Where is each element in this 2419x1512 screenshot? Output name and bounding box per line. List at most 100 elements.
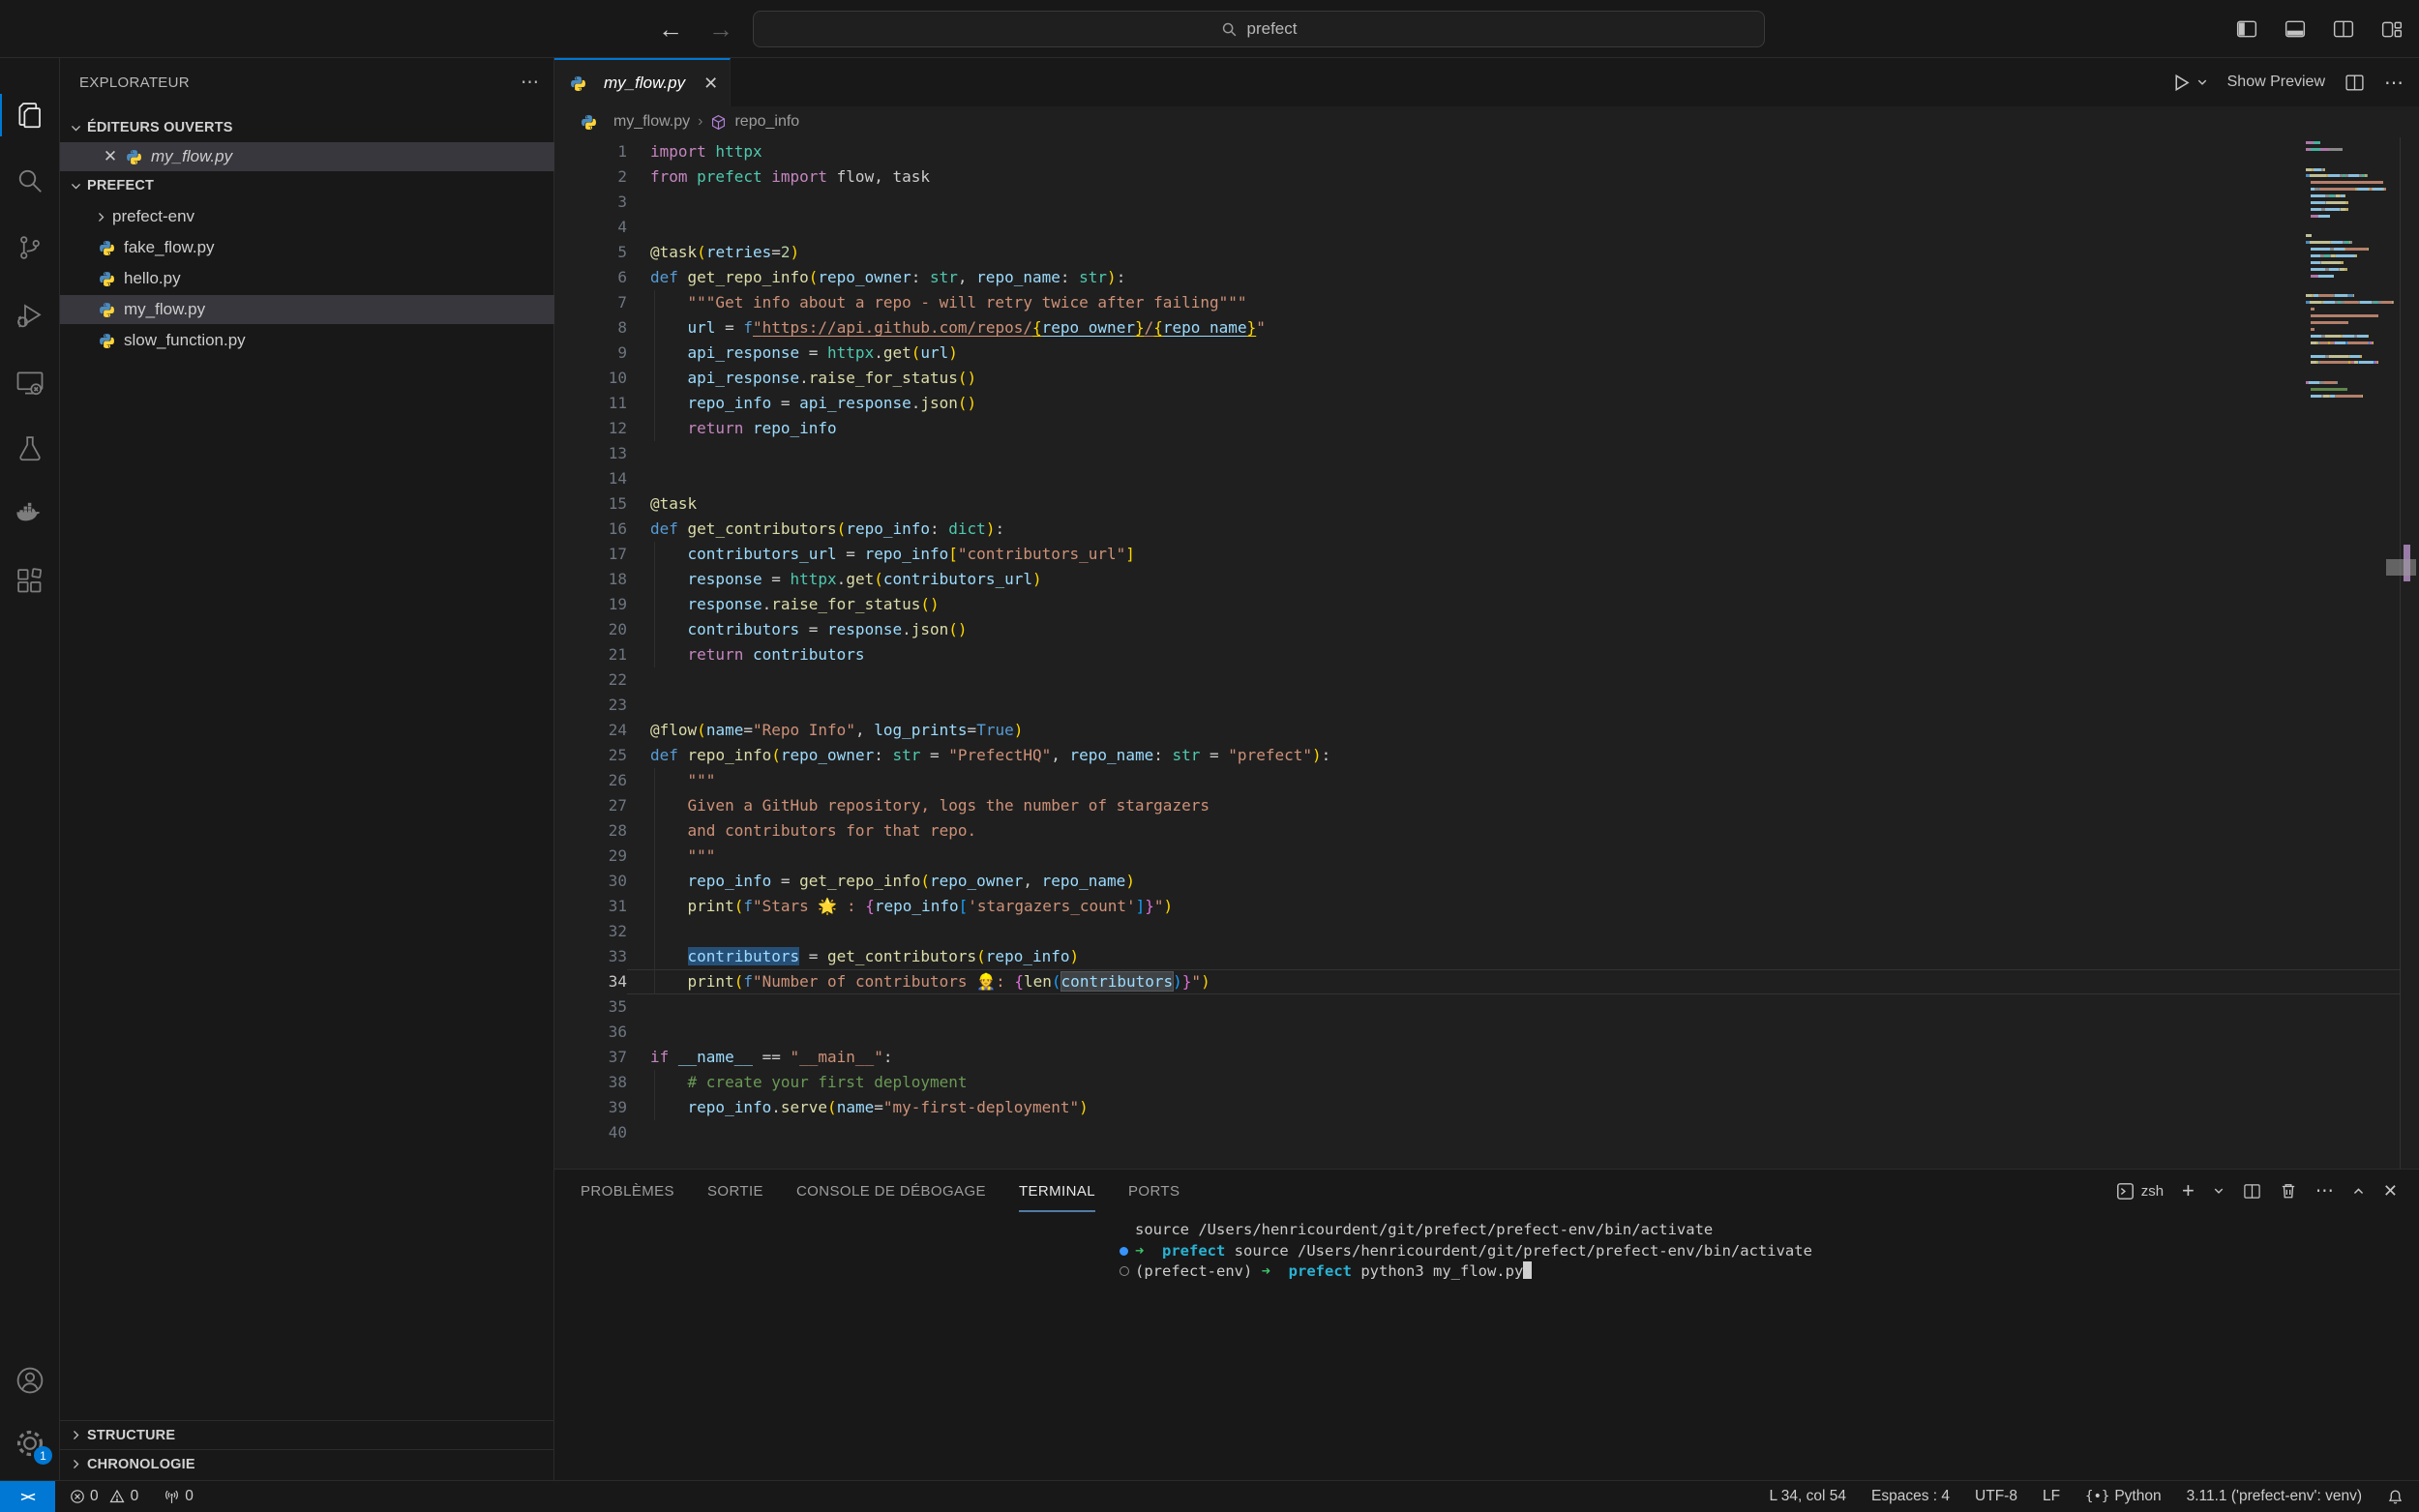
- activity-search-icon[interactable]: [0, 158, 60, 204]
- code-line-30[interactable]: 30 repo_info = get_repo_info(repo_owner,…: [554, 869, 2419, 894]
- terminal-shell-item[interactable]: zsh: [2116, 1182, 2164, 1201]
- code-line-39[interactable]: 39 repo_info.serve(name="my-first-deploy…: [554, 1095, 2419, 1120]
- activity-accounts-icon[interactable]: [0, 1357, 60, 1404]
- nav-back-icon[interactable]: ←: [658, 15, 683, 44]
- run-python-file-icon[interactable]: [2171, 73, 2192, 93]
- activity-run-debug-icon[interactable]: [0, 292, 60, 339]
- activity-extensions-icon[interactable]: [0, 558, 60, 605]
- code-line-13[interactable]: 13: [554, 441, 2419, 466]
- panel-tab-ports[interactable]: PORTS: [1128, 1170, 1180, 1212]
- activity-remote-explorer-icon[interactable]: [0, 360, 60, 406]
- breadcrumb-file[interactable]: my_flow.py: [613, 113, 690, 131]
- code-line-7[interactable]: 7 """Get info about a repo - will retry …: [554, 290, 2419, 315]
- file-item-slow-function-py[interactable]: slow_function.py: [60, 326, 554, 355]
- eol-status[interactable]: LF: [2043, 1488, 2060, 1505]
- code-line-33[interactable]: 33 contributors = get_contributors(repo_…: [554, 944, 2419, 969]
- code-line-5[interactable]: 5@task(retries=2): [554, 240, 2419, 265]
- code-line-10[interactable]: 10 api_response.raise_for_status(): [554, 366, 2419, 391]
- panel-tab-terminal[interactable]: TERMINAL: [1019, 1170, 1095, 1212]
- code-line-23[interactable]: 23: [554, 693, 2419, 718]
- panel-more-actions-icon[interactable]: ⋯: [2315, 1180, 2334, 1202]
- code-line-29[interactable]: 29 """: [554, 844, 2419, 869]
- section-timeline[interactable]: CHRONOLOGIE: [60, 1449, 554, 1478]
- code-line-2[interactable]: 2from prefect import flow, task: [554, 164, 2419, 190]
- file-item-prefect-env[interactable]: prefect-env: [60, 202, 554, 231]
- code-line-19[interactable]: 19 response.raise_for_status(): [554, 592, 2419, 617]
- ports-status[interactable]: 0: [164, 1488, 194, 1505]
- code-line-25[interactable]: 25def repo_info(repo_owner: str = "Prefe…: [554, 743, 2419, 768]
- code-line-14[interactable]: 14: [554, 466, 2419, 491]
- close-icon[interactable]: ✕: [103, 147, 118, 166]
- problems-status[interactable]: 0 0: [69, 1488, 138, 1505]
- terminal-line-2[interactable]: ➜ prefect source /Users/henricourdent/gi…: [1120, 1241, 2400, 1262]
- close-panel-icon[interactable]: ✕: [2383, 1181, 2398, 1201]
- tab-my-flow[interactable]: my_flow.py ✕: [554, 58, 731, 106]
- code-line-20[interactable]: 20 contributors = response.json(): [554, 617, 2419, 642]
- code-line-31[interactable]: 31 print(f"Stars 🌟 : {repo_info['stargaz…: [554, 894, 2419, 919]
- toggle-panel-icon[interactable]: [2284, 17, 2307, 41]
- section-open-editors[interactable]: ÉDITEURS OUVERTS: [60, 113, 554, 142]
- new-terminal-icon[interactable]: +: [2182, 1178, 2195, 1203]
- code-line-6[interactable]: 6def get_repo_info(repo_owner: str, repo…: [554, 265, 2419, 290]
- notifications-bell-icon[interactable]: [2387, 1489, 2404, 1505]
- file-item-hello-py[interactable]: hello.py: [60, 264, 554, 293]
- panel-tab-probl-mes[interactable]: PROBLÈMES: [581, 1170, 674, 1212]
- code-line-3[interactable]: 3: [554, 190, 2419, 215]
- code-line-35[interactable]: 35: [554, 994, 2419, 1020]
- code-line-38[interactable]: 38 # create your first deployment: [554, 1070, 2419, 1095]
- open-editor-item[interactable]: ✕ my_flow.py: [60, 142, 554, 171]
- code-line-16[interactable]: 16def get_contributors(repo_info: dict):: [554, 517, 2419, 542]
- code-line-17[interactable]: 17 contributors_url = repo_info["contrib…: [554, 542, 2419, 567]
- scrollbar-slider[interactable]: [2386, 559, 2416, 576]
- breadcrumb-symbol[interactable]: repo_info: [734, 113, 799, 131]
- file-item-my-flow-py[interactable]: my_flow.py: [60, 295, 554, 324]
- code-line-15[interactable]: 15@task: [554, 491, 2419, 517]
- editor-more-actions-icon[interactable]: ⋯: [2384, 71, 2404, 95]
- split-editor-icon[interactable]: [2344, 73, 2365, 93]
- code-line-40[interactable]: 40: [554, 1120, 2419, 1145]
- section-outline[interactable]: STRUCTURE: [60, 1420, 554, 1449]
- code-line-32[interactable]: 32: [554, 919, 2419, 944]
- section-project[interactable]: PREFECT: [60, 171, 554, 200]
- show-preview-button[interactable]: Show Preview: [2227, 74, 2325, 91]
- panel-tab-sortie[interactable]: SORTIE: [707, 1170, 763, 1212]
- activity-explorer-icon[interactable]: [0, 92, 60, 138]
- terminal-line-1[interactable]: source /Users/henricourdent/git/prefect/…: [1120, 1220, 2400, 1241]
- python-interpreter-status[interactable]: 3.11.1 ('prefect-env': venv): [2187, 1488, 2362, 1505]
- encoding-status[interactable]: UTF-8: [1975, 1488, 2017, 1505]
- kill-terminal-icon[interactable]: [2280, 1182, 2297, 1200]
- code-line-26[interactable]: 26 """: [554, 768, 2419, 793]
- tab-close-icon[interactable]: ✕: [703, 74, 718, 94]
- customize-layout-icon[interactable]: [2380, 17, 2404, 41]
- indentation-status[interactable]: Espaces : 4: [1871, 1488, 1950, 1505]
- code-line-22[interactable]: 22: [554, 667, 2419, 693]
- language-status[interactable]: {•} Python: [2085, 1488, 2162, 1505]
- toggle-secondary-sidebar-icon[interactable]: [2332, 17, 2355, 41]
- code-line-37[interactable]: 37if __name__ == "__main__":: [554, 1045, 2419, 1070]
- breadcrumb[interactable]: my_flow.py › repo_info: [554, 106, 2419, 137]
- terminal-output[interactable]: source /Users/henricourdent/git/prefect/…: [1120, 1220, 2400, 1283]
- run-dropdown-icon[interactable]: [2196, 76, 2208, 88]
- remote-indicator[interactable]: ><: [0, 1481, 55, 1512]
- terminal-dropdown-icon[interactable]: [2213, 1185, 2225, 1197]
- code-line-24[interactable]: 24@flow(name="Repo Info", log_prints=Tru…: [554, 718, 2419, 743]
- code-line-34[interactable]: 34 print(f"Number of contributors 👷: {le…: [554, 969, 2419, 994]
- activity-testing-icon[interactable]: [0, 426, 60, 472]
- code-line-4[interactable]: 4: [554, 215, 2419, 240]
- code-editor[interactable]: 1import httpx2from prefect import flow, …: [554, 137, 2419, 1169]
- toggle-sidebar-icon[interactable]: [2235, 17, 2258, 41]
- code-line-1[interactable]: 1import httpx: [554, 139, 2419, 164]
- activity-docker-icon[interactable]: [0, 490, 60, 537]
- code-line-28[interactable]: 28 and contributors for that repo.: [554, 818, 2419, 844]
- code-line-18[interactable]: 18 response = httpx.get(contributors_url…: [554, 567, 2419, 592]
- command-center-search[interactable]: prefect: [753, 11, 1765, 47]
- terminal-line-3[interactable]: (prefect-env) ➜ prefect python3 my_flow.…: [1120, 1261, 2400, 1283]
- code-line-27[interactable]: 27 Given a GitHub repository, logs the n…: [554, 793, 2419, 818]
- explorer-more-actions-icon[interactable]: ⋯: [521, 72, 540, 94]
- split-terminal-icon[interactable]: [2243, 1182, 2261, 1201]
- file-item-fake-flow-py[interactable]: fake_flow.py: [60, 233, 554, 262]
- activity-settings-icon[interactable]: 1: [0, 1420, 60, 1467]
- code-line-11[interactable]: 11 repo_info = api_response.json(): [554, 391, 2419, 416]
- code-line-8[interactable]: 8 url = f"https://api.github.com/repos/{…: [554, 315, 2419, 341]
- minimap[interactable]: [2306, 141, 2398, 408]
